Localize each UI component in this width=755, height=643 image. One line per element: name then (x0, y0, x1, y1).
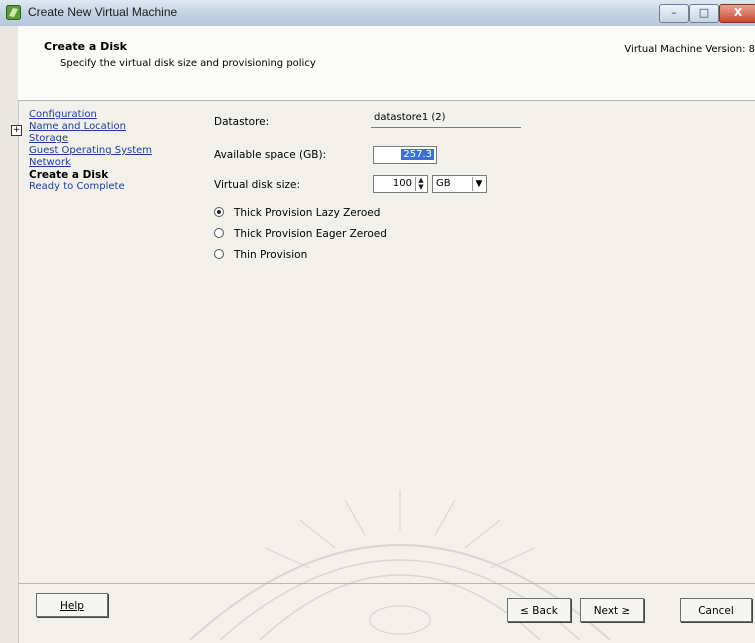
disk-size-value: 100 (392, 178, 412, 189)
disk-size-label: Virtual disk size: (214, 179, 301, 191)
radio-thin[interactable]: Thin Provision (214, 249, 307, 261)
next-button[interactable]: Next ≥ (580, 598, 644, 622)
close-button[interactable]: X (719, 4, 755, 23)
back-button[interactable]: ≤ Back (507, 598, 571, 622)
step-ready-to-complete: Ready to Complete (29, 181, 125, 192)
back-button-label: ≤ Back (520, 605, 558, 617)
radio-thick-eager[interactable]: Thick Provision Eager Zeroed (214, 228, 387, 240)
help-button-label: Help (60, 600, 84, 612)
window-title: Create New Virtual Machine (28, 5, 178, 19)
disk-unit-value: GB (436, 178, 451, 189)
cancel-button[interactable]: Cancel (680, 598, 752, 622)
disk-unit-dropdown[interactable]: GB ▼ (432, 175, 487, 193)
wizard-steps: + Configuration Name and Location Storag… (11, 109, 204, 193)
help-button[interactable]: Help (36, 593, 108, 617)
available-space-field: 257.3 (373, 146, 437, 164)
step-guest-os[interactable]: Guest Operating System (29, 145, 204, 157)
datastore-field: datastore1 (2) (371, 110, 521, 128)
step-configuration[interactable]: Configuration (29, 109, 204, 121)
vm-version-label: Virtual Machine Version: 8 (624, 44, 755, 55)
wizard-header: Create a Disk Specify the virtual disk s… (18, 26, 755, 101)
radio-thin-label: Thin Provision (234, 249, 308, 261)
minimize-button[interactable]: – (659, 4, 689, 23)
next-button-label: Next ≥ (593, 605, 631, 617)
datastore-label: Datastore: (214, 116, 270, 128)
page-title: Create a Disk (44, 40, 127, 53)
window-left-strip (0, 26, 19, 643)
available-space-value[interactable]: 257.3 (401, 149, 434, 160)
radio-thick-lazy-icon[interactable] (214, 207, 224, 217)
radio-thick-lazy[interactable]: Thick Provision Lazy Zeroed (214, 207, 380, 219)
radio-thin-icon[interactable] (214, 249, 224, 259)
chevron-down-icon[interactable]: ▼ (472, 177, 485, 191)
title-bar[interactable]: Create New Virtual Machine – □ X (0, 0, 755, 27)
expand-icon[interactable]: + (11, 125, 22, 136)
maximize-button[interactable]: □ (689, 4, 719, 23)
step-storage[interactable]: Storage (29, 133, 204, 145)
footer-divider (18, 583, 755, 584)
step-create-disk: Create a Disk (29, 169, 109, 181)
page-subtitle: Specify the virtual disk size and provis… (60, 58, 316, 69)
spinner-arrows-icon[interactable]: ▲ ▼ (415, 177, 426, 191)
available-space-label: Available space (GB): (214, 149, 327, 161)
radio-thick-lazy-label: Thick Provision Lazy Zeroed (234, 207, 381, 219)
disk-size-input[interactable]: 100 ▲ ▼ (373, 175, 428, 193)
radio-thick-eager-icon[interactable] (214, 228, 224, 238)
radio-thick-eager-label: Thick Provision Eager Zeroed (234, 228, 387, 240)
vsphere-icon (6, 5, 21, 20)
cancel-button-label: Cancel (698, 605, 734, 617)
step-network[interactable]: Network (29, 157, 204, 169)
step-name-and-location[interactable]: Name and Location (29, 121, 204, 133)
watermark-graphic (189, 490, 611, 641)
create-vm-dialog: Create New Virtual Machine – □ X Create … (0, 0, 755, 643)
